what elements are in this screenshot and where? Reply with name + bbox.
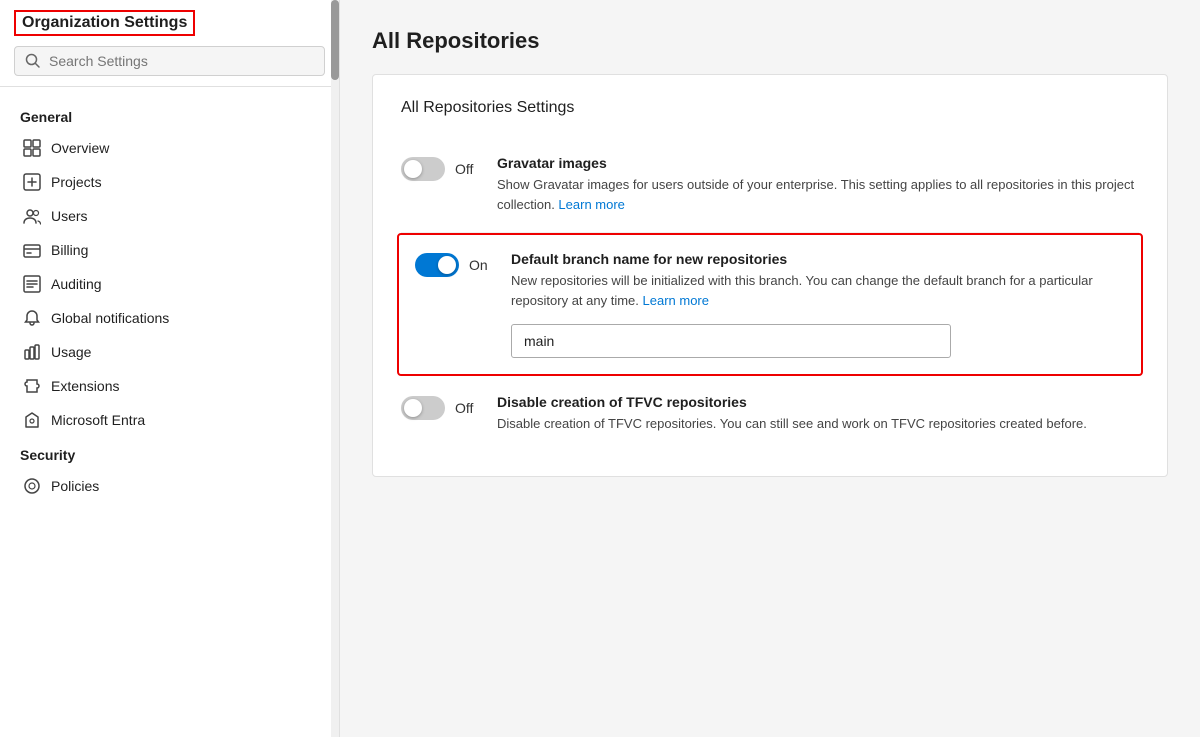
- grid-icon: [23, 139, 41, 157]
- general-section-label: General: [0, 99, 339, 131]
- main-content: All Repositories All Repositories Settin…: [340, 0, 1200, 737]
- gravatar-content: Gravatar images Show Gravatar images for…: [497, 155, 1139, 214]
- default-branch-learn-more[interactable]: Learn more: [643, 293, 709, 308]
- sidebar-item-microsoft-entra-label: Microsoft Entra: [51, 412, 145, 428]
- default-branch-content: Default branch name for new repositories…: [511, 251, 1125, 358]
- search-input[interactable]: [49, 53, 314, 69]
- setting-row-disable-tfvc: Off Disable creation of TFVC repositorie…: [401, 376, 1139, 452]
- search-icon: [25, 53, 41, 69]
- sidebar-item-global-notifications-label: Global notifications: [51, 310, 169, 326]
- default-branch-desc: New repositories will be initialized wit…: [511, 271, 1125, 310]
- page-title: All Repositories: [372, 28, 1168, 54]
- default-branch-title: Default branch name for new repositories: [511, 251, 1125, 267]
- auditing-icon: [23, 275, 41, 293]
- sidebar-item-billing-label: Billing: [51, 242, 88, 258]
- sidebar-item-policies[interactable]: Policies: [0, 469, 339, 503]
- gravatar-toggle-area: Off: [401, 155, 481, 181]
- default-branch-toggle-label: On: [469, 257, 488, 273]
- users-icon: [23, 207, 41, 225]
- gravatar-toggle-label: Off: [455, 161, 473, 177]
- sidebar-item-global-notifications[interactable]: Global notifications: [0, 301, 339, 335]
- sidebar-item-users-label: Users: [51, 208, 88, 224]
- sidebar-nav: General Overview Projects: [0, 87, 339, 737]
- policies-icon: [23, 477, 41, 495]
- entra-icon: [23, 411, 41, 429]
- disable-tfvc-content: Disable creation of TFVC repositories Di…: [497, 394, 1139, 434]
- sidebar: Organization Settings General Overview: [0, 0, 340, 737]
- sidebar-item-auditing[interactable]: Auditing: [0, 267, 339, 301]
- disable-tfvc-toggle[interactable]: [401, 396, 445, 420]
- sidebar-header: Organization Settings: [0, 0, 339, 87]
- sidebar-item-billing[interactable]: Billing: [0, 233, 339, 267]
- card-title: All Repositories Settings: [401, 99, 1139, 117]
- default-branch-toggle[interactable]: [415, 253, 459, 277]
- disable-tfvc-desc: Disable creation of TFVC repositories. Y…: [497, 414, 1139, 434]
- sidebar-item-microsoft-entra[interactable]: Microsoft Entra: [0, 403, 339, 437]
- search-box[interactable]: [14, 46, 325, 76]
- security-section-label: Security: [0, 437, 339, 469]
- org-settings-title: Organization Settings: [14, 10, 195, 36]
- sidebar-scrollbar[interactable]: [331, 0, 339, 737]
- gravatar-desc: Show Gravatar images for users outside o…: [497, 175, 1139, 214]
- sidebar-item-usage[interactable]: Usage: [0, 335, 339, 369]
- sidebar-item-extensions-label: Extensions: [51, 378, 119, 394]
- default-branch-input[interactable]: [511, 324, 951, 358]
- extensions-icon: [23, 377, 41, 395]
- sidebar-item-overview-label: Overview: [51, 140, 109, 156]
- gravatar-toggle[interactable]: [401, 157, 445, 181]
- usage-icon: [23, 343, 41, 361]
- sidebar-item-projects-label: Projects: [51, 174, 102, 190]
- disable-tfvc-toggle-label: Off: [455, 400, 473, 416]
- disable-tfvc-toggle-knob: [404, 399, 422, 417]
- sidebar-scrollbar-thumb[interactable]: [331, 0, 339, 80]
- setting-row-default-branch: On Default branch name for new repositor…: [397, 233, 1143, 376]
- sidebar-item-overview[interactable]: Overview: [0, 131, 339, 165]
- projects-icon: [23, 173, 41, 191]
- default-branch-toggle-knob: [438, 256, 456, 274]
- settings-card: All Repositories Settings Off Gravatar i…: [372, 74, 1168, 477]
- sidebar-item-usage-label: Usage: [51, 344, 91, 360]
- default-branch-toggle-area: On: [415, 251, 495, 277]
- sidebar-item-auditing-label: Auditing: [51, 276, 102, 292]
- gravatar-toggle-knob: [404, 160, 422, 178]
- sidebar-item-users[interactable]: Users: [0, 199, 339, 233]
- gravatar-title: Gravatar images: [497, 155, 1139, 171]
- billing-icon: [23, 241, 41, 259]
- notifications-icon: [23, 309, 41, 327]
- sidebar-item-extensions[interactable]: Extensions: [0, 369, 339, 403]
- sidebar-item-policies-label: Policies: [51, 478, 99, 494]
- sidebar-item-projects[interactable]: Projects: [0, 165, 339, 199]
- setting-row-gravatar: Off Gravatar images Show Gravatar images…: [401, 137, 1139, 233]
- disable-tfvc-title: Disable creation of TFVC repositories: [497, 394, 1139, 410]
- disable-tfvc-toggle-area: Off: [401, 394, 481, 420]
- gravatar-learn-more[interactable]: Learn more: [558, 197, 624, 212]
